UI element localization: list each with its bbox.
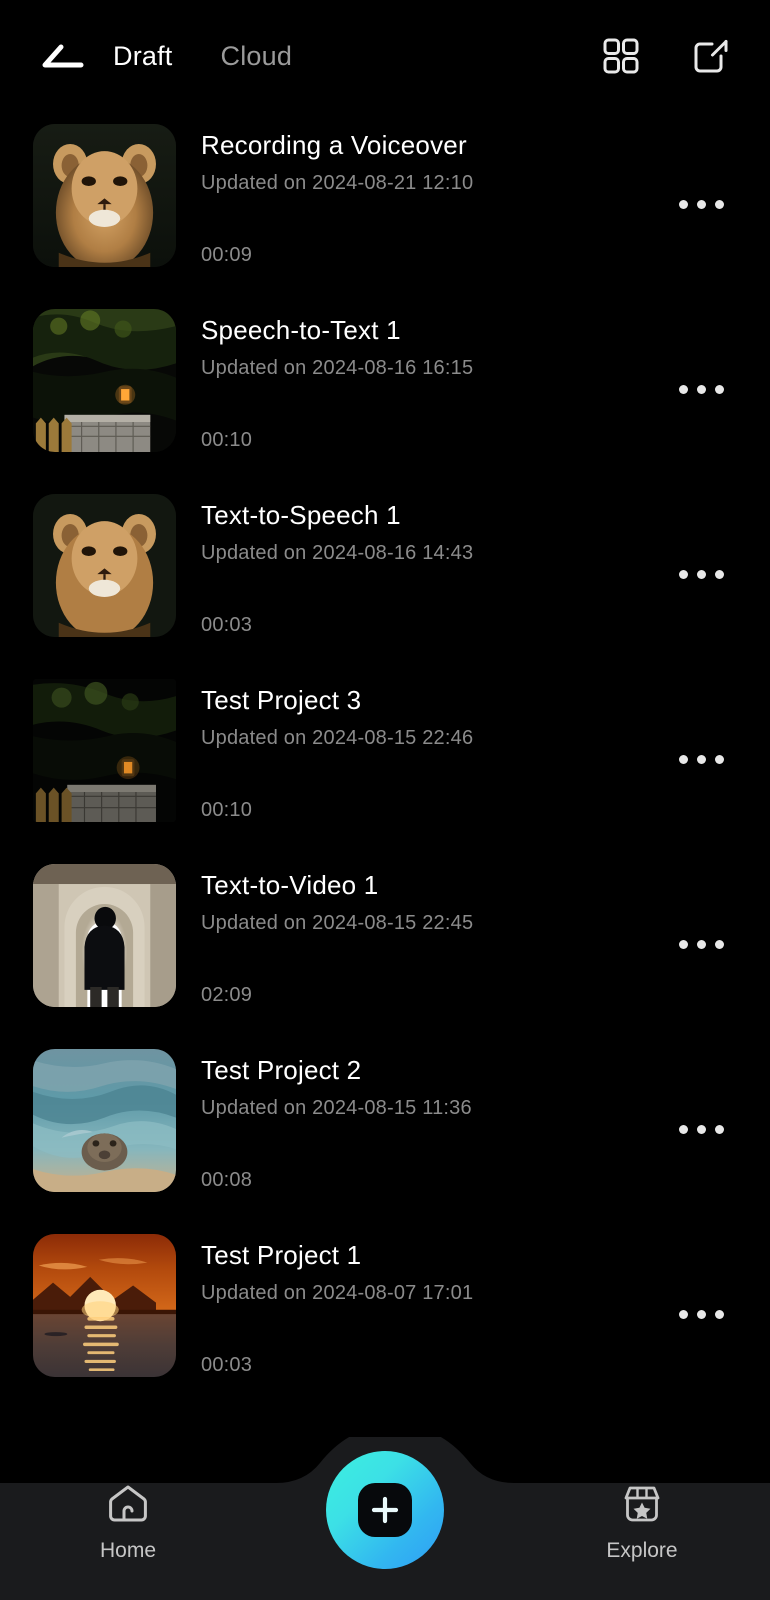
plus-icon (371, 1496, 399, 1524)
project-thumbnail[interactable] (33, 309, 176, 452)
project-thumbnail[interactable] (33, 864, 176, 1007)
grid-view-button[interactable] (600, 35, 642, 77)
list-item[interactable]: Recording a Voiceover Updated on 2024-08… (0, 112, 770, 297)
project-updated: Updated on 2024-08-07 17:01 (201, 1282, 474, 1304)
seal-in-water-thumb-icon (33, 1049, 176, 1192)
nav-label-explore: Explore (606, 1539, 678, 1562)
more-dot (715, 570, 724, 579)
project-updated: Updated on 2024-08-21 12:10 (201, 172, 474, 194)
nav-item-home[interactable]: Home (0, 1437, 256, 1563)
more-options-button[interactable] (661, 667, 728, 852)
more-dot (697, 1125, 706, 1134)
app-screen: Draft Cloud Recording a Voiceover Update… (0, 0, 770, 1600)
project-thumbnail[interactable] (33, 679, 176, 822)
list-item[interactable]: Text-to-Speech 1 Updated on 2024-08-16 1… (0, 482, 770, 667)
garden-night-fence-dark-thumb-icon (33, 679, 176, 822)
tab-cloud[interactable]: Cloud (221, 41, 293, 72)
more-dot (679, 755, 688, 764)
more-dot (715, 385, 724, 394)
project-title: Text-to-Video 1 (201, 870, 379, 900)
tab-draft[interactable]: Draft (113, 41, 173, 72)
project-updated: Updated on 2024-08-15 22:45 (201, 912, 474, 934)
more-dot (679, 1310, 688, 1319)
more-dot (697, 755, 706, 764)
project-duration: 00:03 (201, 614, 253, 636)
list-item[interactable]: Text-to-Video 1 Updated on 2024-08-15 22… (0, 852, 770, 1037)
project-updated: Updated on 2024-08-15 22:46 (201, 727, 474, 749)
lion-portrait-thumb-icon (33, 494, 176, 637)
garden-night-fence-thumb-icon (33, 309, 176, 452)
home-icon (109, 1485, 147, 1522)
project-thumbnail[interactable] (33, 1049, 176, 1192)
project-duration: 00:08 (201, 1169, 253, 1191)
more-dot (679, 200, 688, 209)
back-button[interactable] (33, 34, 91, 78)
list-item[interactable]: Test Project 3 Updated on 2024-08-15 22:… (0, 667, 770, 852)
more-dot (697, 1310, 706, 1319)
project-thumbnail[interactable] (33, 1234, 176, 1377)
more-options-button[interactable] (661, 482, 728, 667)
edit-button[interactable] (690, 35, 732, 77)
project-title: Test Project 3 (201, 685, 362, 715)
project-title: Recording a Voiceover (201, 130, 467, 160)
project-updated: Updated on 2024-08-16 14:43 (201, 542, 474, 564)
silhouette-archway-thumb-icon (33, 864, 176, 1007)
project-duration: 00:10 (201, 429, 253, 451)
edit-square-icon (694, 40, 728, 73)
more-dot (679, 385, 688, 394)
project-title: Text-to-Speech 1 (201, 500, 401, 530)
header-actions (600, 35, 732, 77)
more-dot (715, 940, 724, 949)
project-duration: 00:10 (201, 799, 253, 821)
project-duration: 00:03 (201, 1354, 253, 1376)
project-duration: 02:09 (201, 984, 253, 1006)
project-thumbnail[interactable] (33, 124, 176, 267)
create-project-button[interactable] (326, 1451, 444, 1569)
more-dot (715, 1125, 724, 1134)
more-options-button[interactable] (661, 112, 728, 297)
fab-inner-square (358, 1483, 412, 1537)
project-updated: Updated on 2024-08-16 16:15 (201, 357, 474, 379)
list-item[interactable]: Speech-to-Text 1 Updated on 2024-08-16 1… (0, 297, 770, 482)
sunset-over-water-thumb-icon (33, 1234, 176, 1377)
project-title: Speech-to-Text 1 (201, 315, 401, 345)
project-updated: Updated on 2024-08-15 11:36 (201, 1097, 472, 1119)
explore-store-icon (624, 1486, 660, 1522)
app-header: Draft Cloud (0, 0, 770, 112)
project-title: Test Project 1 (201, 1240, 362, 1270)
more-dot (679, 570, 688, 579)
more-dot (697, 940, 706, 949)
nav-item-explore[interactable]: Explore (514, 1437, 770, 1563)
grid-view-icon (603, 38, 639, 74)
back-arrow-icon (42, 44, 84, 68)
more-dot (715, 200, 724, 209)
nav-label-home: Home (99, 1539, 157, 1562)
more-dot (679, 1125, 688, 1134)
project-duration: 00:09 (201, 244, 253, 266)
more-dot (697, 200, 706, 209)
list-item[interactable]: Test Project 1 Updated on 2024-08-07 17:… (0, 1222, 770, 1407)
more-dot (697, 570, 706, 579)
lion-portrait-thumb-icon (33, 124, 176, 267)
more-options-button[interactable] (661, 297, 728, 482)
more-options-button[interactable] (661, 1222, 728, 1407)
header-tabs: Draft Cloud (113, 41, 292, 72)
project-list[interactable]: Recording a Voiceover Updated on 2024-08… (0, 112, 770, 1437)
more-dot (697, 385, 706, 394)
more-options-button[interactable] (661, 1037, 728, 1222)
more-options-button[interactable] (661, 852, 728, 1037)
bottom-navigation: Home Explore (0, 1437, 770, 1600)
more-dot (679, 940, 688, 949)
project-thumbnail[interactable] (33, 494, 176, 637)
more-dot (715, 1310, 724, 1319)
list-item[interactable]: Test Project 2 Updated on 2024-08-15 11:… (0, 1037, 770, 1222)
project-title: Test Project 2 (201, 1055, 362, 1085)
more-dot (715, 755, 724, 764)
